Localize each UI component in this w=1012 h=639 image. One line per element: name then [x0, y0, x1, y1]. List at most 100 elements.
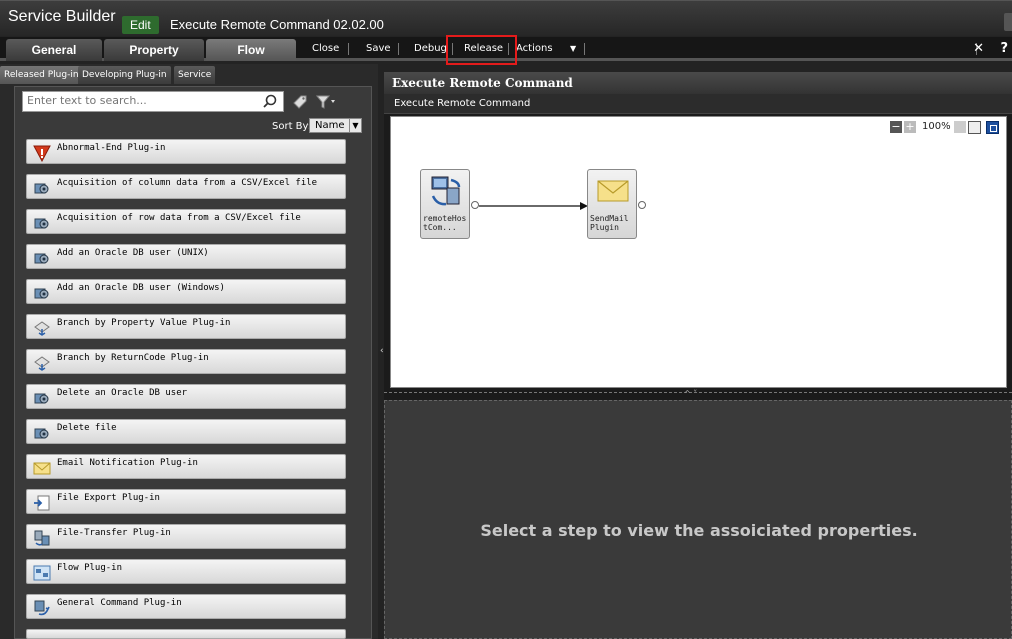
plugin-label: Acquisition of column data from a CSV/Ex… [57, 178, 318, 188]
help-icon[interactable]: ? [1000, 41, 1008, 56]
zoom-in-button[interactable]: + [904, 121, 916, 133]
plugin-label: Abnormal-End Plug-in [57, 143, 166, 153]
abnormal-end-icon [33, 145, 51, 162]
flow-canvas[interactable]: − + 100% remoteHostCom... SendMail Plugi… [390, 116, 1007, 388]
plugin-item[interactable]: Email Notification Plug-in [26, 454, 346, 479]
subtab-released-plugin[interactable]: Released Plug-in [0, 66, 83, 84]
search-input[interactable] [27, 94, 257, 107]
flow-panel-title: Execute Remote Command [384, 72, 1012, 94]
flow-editor-panel: Execute Remote Command Execute Remote Co… [384, 72, 1012, 639]
oracle-user-icon [34, 288, 49, 299]
sort-by-label: Sort By: [272, 121, 312, 132]
flow-node-remote-command[interactable]: remoteHostCom... [420, 169, 470, 239]
email-icon [33, 462, 51, 475]
sort-select-value: Name [315, 120, 345, 131]
properties-area: Select a step to view the assoiciated pr… [384, 400, 1012, 639]
toolbar-divider [398, 43, 399, 55]
output-port[interactable] [471, 201, 479, 209]
plugin-label: General Command Plug-in [57, 598, 182, 608]
service-name: Execute Remote Command 02.02.00 [170, 17, 384, 32]
plugin-item[interactable]: Abnormal-End Plug-in [26, 139, 346, 164]
toolbar-divider [348, 43, 349, 55]
flow-node-label: remoteHostCom... [423, 214, 467, 232]
title-bar: Service Builder Edit Execute Remote Comm… [0, 0, 1012, 36]
edit-mode-badge: Edit [122, 16, 159, 34]
save-button[interactable]: Save [366, 41, 391, 57]
search-icon[interactable] [262, 94, 278, 110]
plugin-item[interactable] [26, 629, 346, 639]
output-port[interactable] [638, 201, 646, 209]
general-command-icon [34, 600, 50, 616]
actions-button[interactable]: Actions [516, 41, 553, 57]
splitter-grip-icon[interactable]: ^ ˅ [684, 389, 697, 398]
remote-command-icon [431, 176, 461, 206]
chevron-down-icon: ▼ [349, 119, 361, 132]
flow-breadcrumb[interactable]: Execute Remote Command [384, 94, 1012, 114]
close-button[interactable]: Close [312, 41, 339, 57]
file-export-icon [34, 495, 50, 511]
filter-icon[interactable] [316, 94, 336, 110]
window-close-button[interactable] [1004, 13, 1012, 31]
plugin-item[interactable]: File-Transfer Plug-in [26, 524, 346, 549]
csv-row-icon [34, 218, 49, 229]
plugin-label: Add an Oracle DB user (Windows) [57, 283, 225, 293]
tab-property[interactable]: Property [104, 39, 204, 61]
plugin-item[interactable]: Branch by ReturnCode Plug-in [26, 349, 346, 374]
branch-property-icon [34, 321, 50, 336]
oracle-user-icon [34, 393, 49, 404]
actions-dropdown-icon[interactable]: ▼ [570, 41, 576, 57]
toolbar-divider [584, 43, 585, 55]
subtab-developing-plugin[interactable]: Developing Plug-in [78, 66, 171, 84]
release-highlight-box [446, 35, 517, 65]
plugin-item[interactable]: Acquisition of column data from a CSV/Ex… [26, 174, 346, 199]
overview-icon[interactable] [986, 121, 999, 134]
service-builder-window: Service Builder Edit Execute Remote Comm… [0, 0, 1012, 639]
fit-view-icon[interactable] [954, 121, 966, 133]
plugin-item[interactable]: Acquisition of row data from a CSV/Excel… [26, 209, 346, 234]
plugin-label: Add an Oracle DB user (UNIX) [57, 248, 209, 258]
plugin-item[interactable]: Branch by Property Value Plug-in [26, 314, 346, 339]
debug-button[interactable]: Debug [414, 41, 447, 57]
sort-select[interactable]: Name ▼ [309, 118, 362, 133]
flow-node-sendmail[interactable]: SendMail Plugin [587, 169, 637, 239]
zoom-out-button[interactable]: − [890, 121, 902, 133]
flow-icon [33, 565, 51, 581]
app-title: Service Builder [8, 8, 116, 25]
search-box [22, 91, 284, 112]
tab-flow[interactable]: Flow [206, 39, 296, 61]
tag-icon[interactable] [292, 94, 308, 110]
plugin-item[interactable]: Add an Oracle DB user (Windows) [26, 279, 346, 304]
plugin-item[interactable]: Delete an Oracle DB user [26, 384, 346, 409]
plugin-label: Delete an Oracle DB user [57, 388, 188, 398]
subtab-service[interactable]: Service [174, 66, 216, 84]
plugin-item[interactable]: Flow Plug-in [26, 559, 346, 584]
branch-returncode-icon [34, 356, 50, 371]
oracle-user-icon [34, 253, 49, 264]
plugin-item[interactable]: File Export Plug-in [26, 489, 346, 514]
panel-splitter[interactable]: ^ ˅ [384, 389, 1012, 400]
zoom-level: 100% [922, 121, 951, 132]
plugin-item[interactable]: Add an Oracle DB user (UNIX) [26, 244, 346, 269]
email-icon [597, 180, 629, 202]
plugin-item[interactable]: Delete file [26, 419, 346, 444]
flow-node-label: SendMail Plugin [590, 214, 629, 232]
plugin-label: Email Notification Plug-in [57, 458, 198, 468]
plugin-label: Flow Plug-in [57, 563, 123, 573]
zoom-controls: − + 100% [890, 121, 1002, 135]
csv-column-icon [34, 183, 49, 194]
plugin-label: Acquisition of row data from a CSV/Excel… [57, 213, 301, 223]
zoom-reset-icon[interactable] [968, 121, 981, 134]
plugin-label: File Export Plug-in [57, 493, 160, 503]
properties-empty-message: Select a step to view the assoiciated pr… [480, 521, 918, 540]
tab-general[interactable]: General [6, 39, 102, 61]
plugin-subtabs: Released Plug-in Developing Plug-in Serv… [0, 66, 378, 86]
plugin-label: Branch by ReturnCode Plug-in [57, 353, 209, 363]
plugin-item[interactable]: General Command Plug-in [26, 594, 346, 619]
delete-file-icon [34, 428, 49, 439]
close-x-icon[interactable]: ✕ [973, 41, 984, 56]
plugin-label: Branch by Property Value Plug-in [57, 318, 231, 328]
flow-connector-arrow[interactable] [479, 201, 589, 211]
file-transfer-icon [34, 530, 50, 546]
plugin-label: Delete file [57, 423, 117, 433]
plugin-label: File-Transfer Plug-in [57, 528, 171, 538]
